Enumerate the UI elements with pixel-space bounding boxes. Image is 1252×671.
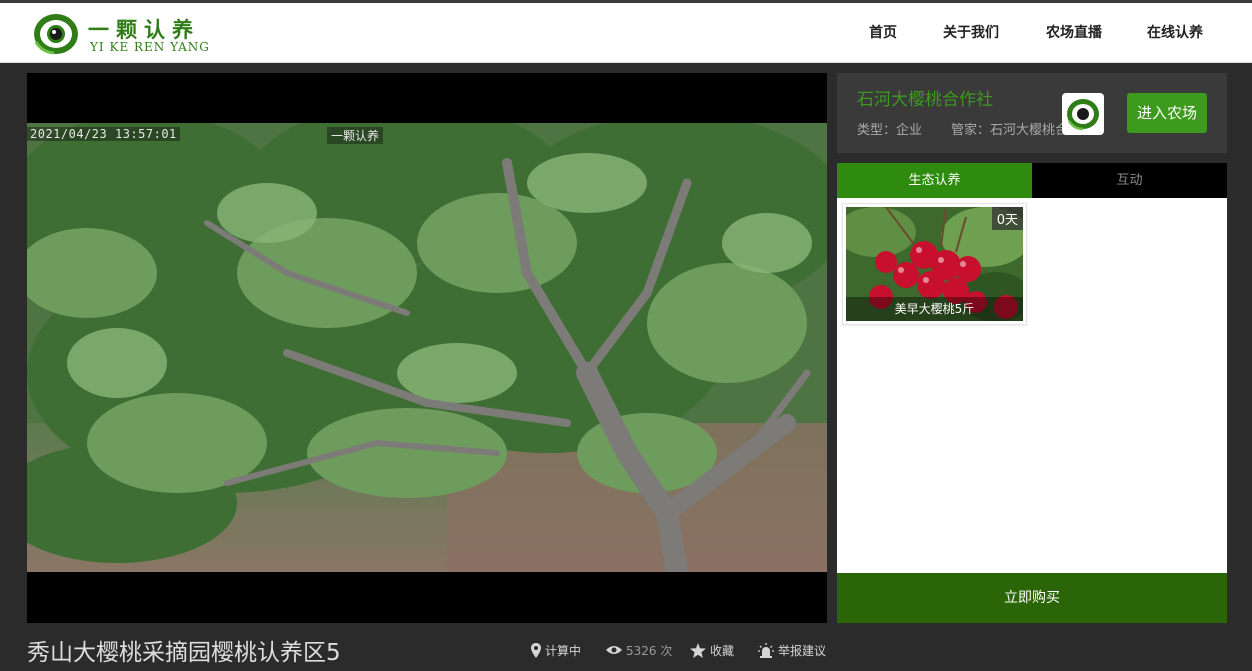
nav-farm-live[interactable]: 农场直播 <box>1046 3 1102 63</box>
logo-icon <box>34 14 78 55</box>
buy-now-button[interactable]: 立即购买 <box>837 573 1227 623</box>
nav-home[interactable]: 首页 <box>869 3 897 63</box>
view-count: 5326 次 <box>606 641 672 659</box>
favorite-label: 收藏 <box>710 643 735 658</box>
tab-interaction[interactable]: 互动 <box>1032 163 1227 198</box>
video-frame-cherry-tree <box>27 123 827 572</box>
product-name: 美早大樱桃5斤 <box>846 297 1023 321</box>
report-button[interactable]: 举报建议 <box>758 641 826 659</box>
report-label: 举报建议 <box>778 643 827 658</box>
video-watermark-overlay: 一颗认养 <box>327 127 384 144</box>
farm-info-card: 石河大樱桃合作社 类型：企业 管家：石河大樱桃合作社 进入农场 <box>837 73 1227 153</box>
product-card[interactable]: 0天 美早大樱桃5斤 <box>842 203 1027 325</box>
farm-type: 类型：企业 <box>857 123 923 138</box>
live-video-player[interactable]: 2021/04/23 13:57:01 一颗认养 <box>27 73 827 623</box>
video-timestamp-overlay: 2021/04/23 13:57:01 <box>27 127 180 141</box>
product-days-badge: 0天 <box>991 207 1023 230</box>
site-header: 一颗认养 YI KE REN YANG 首页 关于我们 农场直播 在线认养 <box>0 3 1252 63</box>
video-title: 秀山大樱桃采摘园樱桃认养区5 <box>27 640 341 666</box>
adopt-product-panel: 0天 美早大樱桃5斤 <box>837 198 1227 573</box>
alarm-icon <box>758 642 774 658</box>
farm-manager: 管家：石河大樱桃合作社 <box>951 123 1066 138</box>
farm-name[interactable]: 石河大樱桃合作社 <box>857 85 993 110</box>
enter-farm-button[interactable]: 进入农场 <box>1127 93 1207 133</box>
favorite-button[interactable]: 收藏 <box>690 641 734 659</box>
location-info: 计算中 <box>531 641 581 659</box>
logo-icon <box>1067 99 1099 131</box>
view-count-text: 5326 次 <box>626 643 673 658</box>
location-pin-icon <box>531 642 541 658</box>
nav-online-adopt[interactable]: 在线认养 <box>1147 3 1203 63</box>
tab-eco-adopt[interactable]: 生态认养 <box>837 163 1032 198</box>
farm-avatar <box>1062 93 1104 135</box>
logo-text-en: YI KE REN YANG <box>90 40 210 54</box>
star-icon <box>690 642 706 658</box>
nav-about[interactable]: 关于我们 <box>943 3 999 63</box>
site-logo[interactable]: 一颗认养 YI KE REN YANG <box>32 12 212 56</box>
location-text: 计算中 <box>545 643 582 658</box>
eye-icon <box>606 646 622 654</box>
